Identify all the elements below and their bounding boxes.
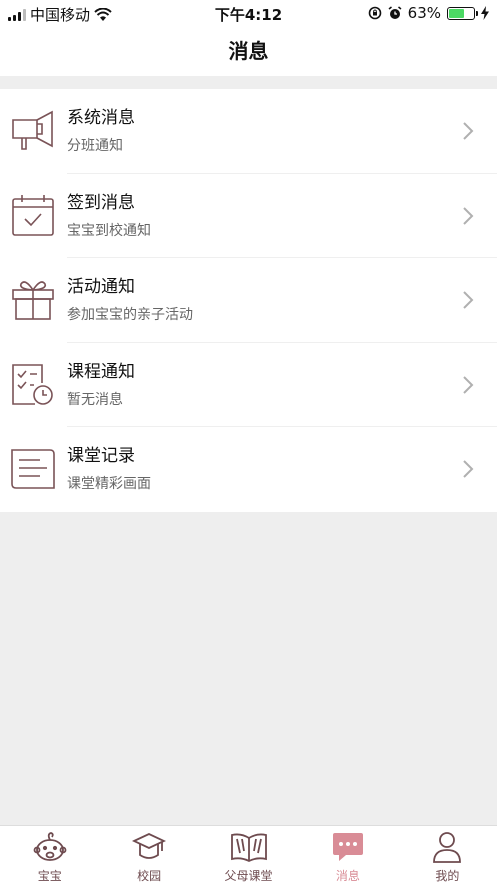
message-title: 活动通知 — [67, 277, 135, 297]
message-item-system[interactable]: 系统消息 分班通知 — [0, 89, 497, 174]
person-icon — [433, 832, 462, 863]
message-subtitle: 课堂精彩画面 — [67, 476, 151, 492]
message-title: 课程通知 — [67, 361, 135, 382]
message-subtitle: 宝宝到校通知 — [67, 222, 151, 239]
message-item-activity[interactable]: 活动通知 参加宝宝的亲子活动 — [0, 258, 497, 343]
status-bar: 中国移动 下午4:12 63% — [0, 0, 497, 26]
tab-label: 宝宝 — [37, 869, 62, 883]
graduation-cap-icon — [132, 833, 167, 859]
message-item-course[interactable]: 课程通知 暂无消息 — [0, 343, 497, 427]
tab-label: 校园 — [137, 869, 162, 883]
message-subtitle: 参加宝宝的亲子活动 — [67, 307, 193, 323]
message-subtitle: 暂无消息 — [67, 391, 123, 408]
megaphone-icon — [12, 110, 53, 150]
message-subtitle: 分班通知 — [67, 138, 123, 154]
status-right: 63% — [368, 4, 489, 22]
chevron-right-icon — [463, 375, 474, 394]
page-title: 消息 — [0, 26, 497, 76]
gift-icon — [12, 281, 54, 320]
battery-percent: 63% — [407, 4, 441, 22]
message-list: 系统消息 分班通知 签到消息 宝宝到校通知 活动通知 参加宝宝的亲子活动 课程通… — [0, 89, 497, 512]
checklist-clock-icon — [12, 363, 53, 405]
baby-face-icon — [33, 832, 67, 861]
tab-parent-class[interactable]: 父母课堂 — [199, 826, 298, 883]
message-item-classroom[interactable]: 课堂记录 课堂精彩画面 — [0, 427, 497, 512]
calendar-check-icon — [12, 194, 54, 236]
tab-campus[interactable]: 校园 — [99, 826, 198, 883]
message-title: 签到消息 — [67, 192, 135, 213]
alarm-icon — [388, 6, 402, 19]
rotation-lock-icon — [368, 6, 381, 20]
chevron-right-icon — [463, 206, 474, 225]
battery-icon — [447, 6, 478, 20]
tab-baby[interactable]: 宝宝 — [0, 826, 99, 883]
notebook-icon — [11, 449, 55, 489]
battery-fill — [449, 8, 465, 18]
message-item-signin[interactable]: 签到消息 宝宝到校通知 — [0, 174, 497, 258]
tab-label: 父母课堂 — [224, 869, 273, 883]
tab-bar: 宝宝 校园 父母课堂 消息 我的 — [0, 825, 497, 883]
message-title: 系统消息 — [67, 108, 135, 128]
chevron-right-icon — [463, 291, 474, 309]
tab-label: 我的 — [435, 869, 460, 883]
tab-label: 消息 — [335, 869, 360, 883]
chevron-right-icon — [463, 460, 474, 478]
chat-bubble-icon — [332, 833, 363, 861]
tab-mine[interactable]: 我的 — [398, 826, 497, 883]
message-title: 课堂记录 — [67, 446, 135, 466]
chevron-right-icon — [463, 122, 474, 140]
open-book-icon — [230, 833, 267, 863]
tab-messages[interactable]: 消息 — [298, 826, 397, 883]
charging-icon — [481, 6, 489, 20]
